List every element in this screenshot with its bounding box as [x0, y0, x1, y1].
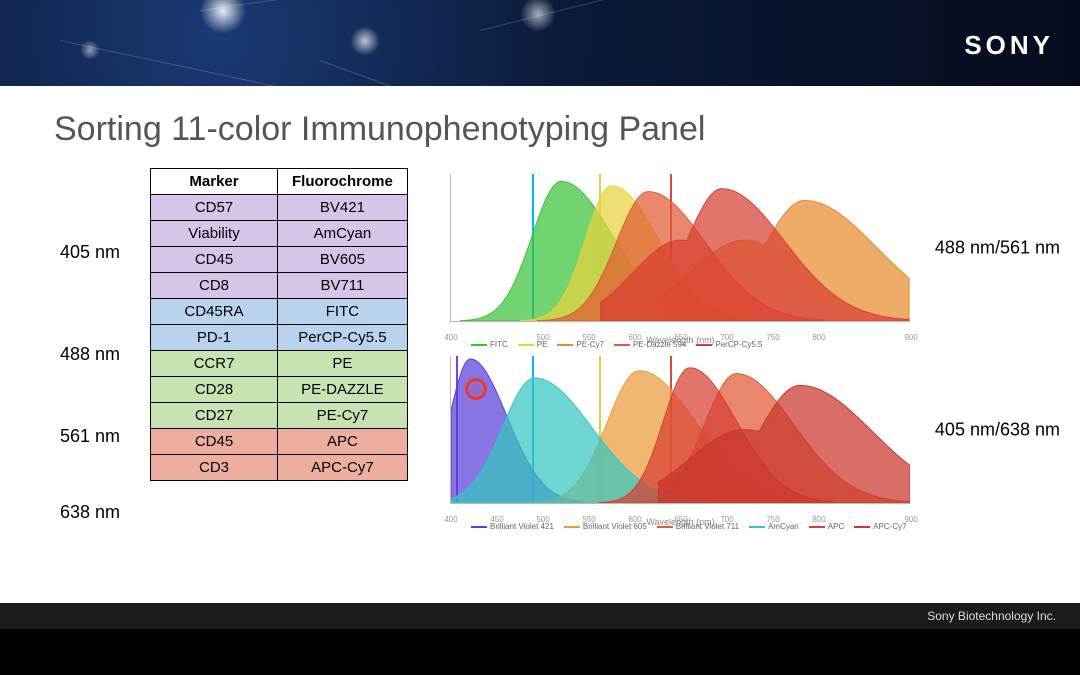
sony-logo: SONY	[964, 30, 1054, 58]
chart-legend: FITCPEPE-Cy7PE-Dazzle 594PerCP-Cy5.5	[471, 340, 763, 349]
cell-fluorochrome: AmCyan	[278, 221, 408, 247]
cell-fluorochrome: PE	[278, 351, 408, 377]
chart-legend: Brilliant Violet 421Brilliant Violet 605…	[471, 522, 907, 531]
cell-fluorochrome: PE-Cy7	[278, 403, 408, 429]
chart-side-label: 405 nm/638 nm	[935, 419, 1060, 440]
table-row: CD27PE-Cy7	[151, 403, 408, 429]
cell-marker: CD27	[151, 403, 278, 429]
cell-fluorochrome: FITC	[278, 299, 408, 325]
table-row: CD45BV605	[151, 247, 408, 273]
cell-fluorochrome: BV421	[278, 195, 408, 221]
cell-marker: Viability	[151, 221, 278, 247]
table-row: ViabilityAmCyan	[151, 221, 408, 247]
cell-marker: CCR7	[151, 351, 278, 377]
chart-side-label: 488 nm/561 nm	[935, 237, 1060, 258]
cell-marker: CD8	[151, 273, 278, 299]
cell-fluorochrome: BV605	[278, 247, 408, 273]
spectrum-chart-488-561: 400500550600650700750800900Wavelength (n…	[450, 174, 910, 322]
table-row: PD-1PerCP-Cy5.5	[151, 325, 408, 351]
fluorochrome-table: Marker Fluorochrome CD57BV421ViabilityAm…	[150, 168, 408, 481]
table-row: CD45RAFITC	[151, 299, 408, 325]
cell-marker: CD28	[151, 377, 278, 403]
laser-label: 488 nm	[60, 344, 120, 365]
table-header-marker: Marker	[151, 169, 278, 195]
cell-fluorochrome: APC	[278, 429, 408, 455]
sony-logo-text: SONY	[964, 30, 1054, 60]
spectra-charts: 400500550600650700750800900Wavelength (n…	[450, 174, 1070, 538]
table-header-fluorochrome: Fluorochrome	[278, 169, 408, 195]
cell-fluorochrome: BV711	[278, 273, 408, 299]
top-banner: SONY	[0, 0, 1080, 86]
table-row: CD8BV711	[151, 273, 408, 299]
cell-fluorochrome: APC-Cy7	[278, 455, 408, 481]
spectrum-chart-405-638: 400450500550600650700750800900Wavelength…	[450, 356, 910, 504]
table-row: CD28PE-DAZZLE	[151, 377, 408, 403]
table-row: CD45APC	[151, 429, 408, 455]
table-row: CCR7PE	[151, 351, 408, 377]
cell-marker: CD45	[151, 247, 278, 273]
presenter-cursor-icon	[465, 378, 487, 400]
table-row: CD3APC-Cy7	[151, 455, 408, 481]
laser-label: 638 nm	[60, 502, 120, 523]
cell-marker: CD3	[151, 455, 278, 481]
footer-text: Sony Biotechnology Inc.	[927, 609, 1056, 623]
table-row: CD57BV421	[151, 195, 408, 221]
footer-strip: Sony Biotechnology Inc.	[0, 603, 1080, 629]
slide: SONY Sorting 11-color Immunophenotyping …	[0, 0, 1080, 675]
cell-marker: PD-1	[151, 325, 278, 351]
cell-marker: CD57	[151, 195, 278, 221]
slide-title: Sorting 11-color Immunophenotyping Panel	[54, 110, 705, 149]
laser-label: 561 nm	[60, 426, 120, 447]
cell-fluorochrome: PE-DAZZLE	[278, 377, 408, 403]
bottom-letterbox	[0, 629, 1080, 675]
cell-marker: CD45	[151, 429, 278, 455]
cell-marker: CD45RA	[151, 299, 278, 325]
cell-fluorochrome: PerCP-Cy5.5	[278, 325, 408, 351]
laser-label: 405 nm	[60, 242, 120, 263]
